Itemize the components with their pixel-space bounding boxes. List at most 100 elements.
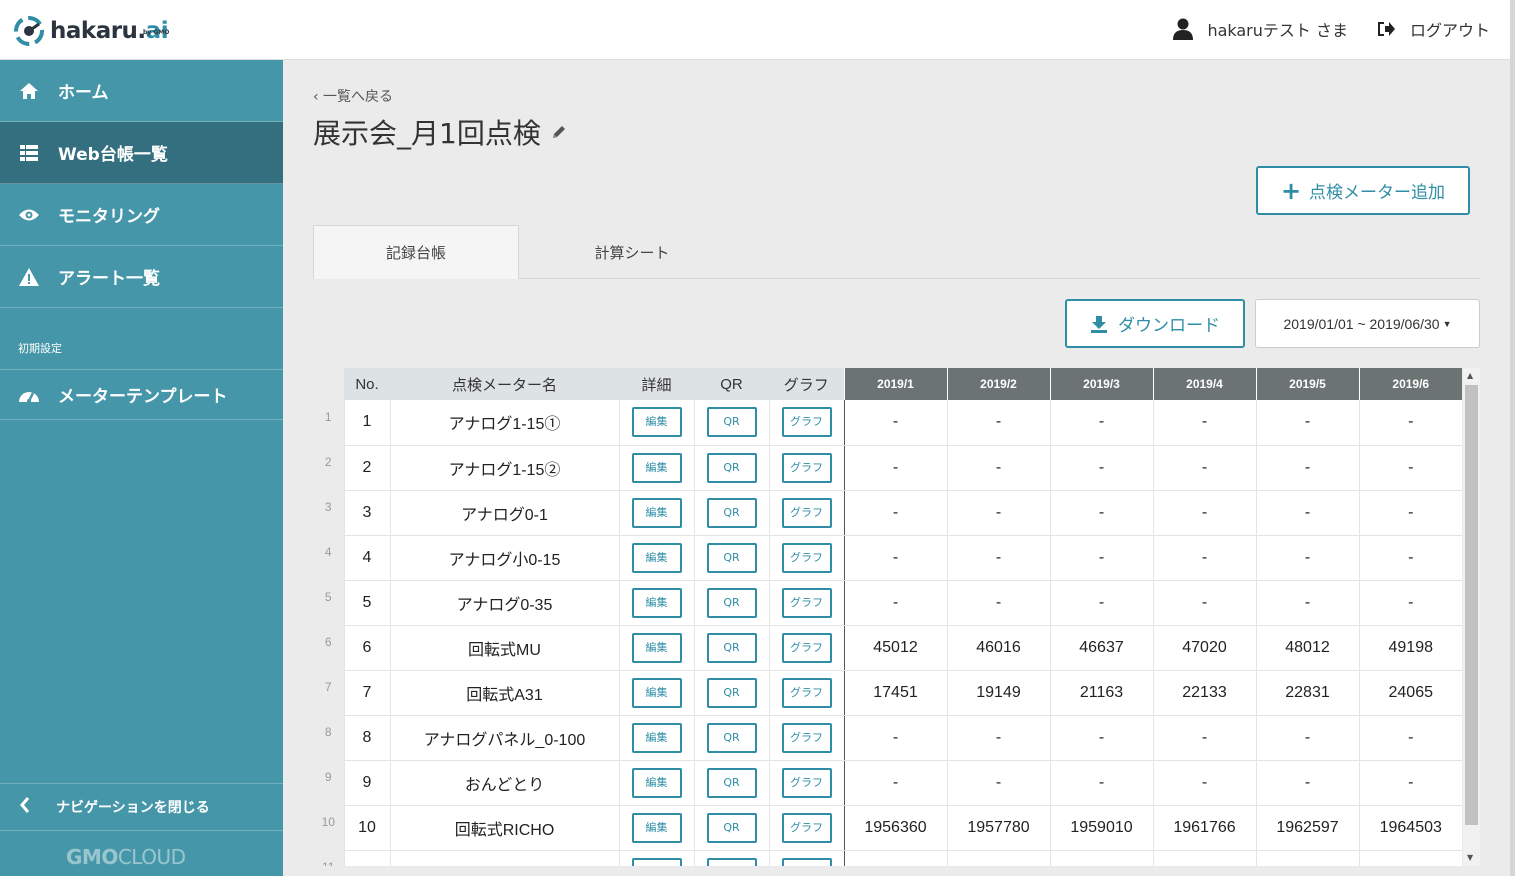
- graph-button[interactable]: グラフ: [781, 722, 832, 753]
- month-value[interactable]: 1204: [1255, 850, 1359, 866]
- month-value[interactable]: -: [1152, 490, 1256, 536]
- month-value[interactable]: 21163: [1049, 670, 1153, 716]
- month-value[interactable]: -: [1255, 400, 1359, 446]
- month-value[interactable]: -: [843, 535, 947, 581]
- close-navigation-button[interactable]: ナビゲーションを閉じる: [0, 783, 283, 831]
- edit-button[interactable]: 編集: [631, 407, 682, 438]
- month-value[interactable]: 1962597: [1255, 805, 1359, 851]
- graph-button[interactable]: グラフ: [781, 542, 832, 573]
- month-value[interactable]: 9022: [843, 850, 947, 866]
- month-value[interactable]: -: [1049, 715, 1153, 761]
- add-meter-button[interactable]: + 点検メーター追加: [1256, 166, 1470, 215]
- qr-button[interactable]: QR: [706, 542, 757, 573]
- month-value[interactable]: 1127: [1152, 850, 1256, 866]
- month-value[interactable]: -: [843, 580, 947, 626]
- sidebar-item-web-ledger[interactable]: Web台帳一覧: [0, 122, 283, 184]
- qr-button[interactable]: QR: [706, 767, 757, 798]
- month-value[interactable]: -: [1152, 760, 1256, 806]
- month-value[interactable]: -: [1152, 715, 1256, 761]
- qr-button[interactable]: QR: [706, 857, 757, 866]
- qr-button[interactable]: QR: [706, 677, 757, 708]
- month-value[interactable]: -: [946, 760, 1050, 806]
- date-range-select[interactable]: 2019/01/01 ~ 2019/06/30 ▼: [1255, 299, 1480, 348]
- month-value[interactable]: -: [1358, 400, 1462, 446]
- month-value[interactable]: -: [1358, 490, 1462, 536]
- month-value[interactable]: 46637: [1049, 625, 1153, 671]
- edit-button[interactable]: 編集: [631, 812, 682, 843]
- month-value[interactable]: 22133: [1152, 670, 1256, 716]
- graph-button[interactable]: グラフ: [781, 767, 832, 798]
- month-value[interactable]: -: [1049, 580, 1153, 626]
- graph-button[interactable]: グラフ: [781, 812, 832, 843]
- month-value[interactable]: -: [1255, 490, 1359, 536]
- edit-button[interactable]: 編集: [631, 767, 682, 798]
- graph-button[interactable]: グラフ: [781, 407, 832, 438]
- month-value[interactable]: -: [1358, 445, 1462, 491]
- month-value[interactable]: -: [1255, 535, 1359, 581]
- graph-button[interactable]: グラフ: [781, 677, 832, 708]
- edit-button[interactable]: 編集: [631, 857, 682, 866]
- qr-button[interactable]: QR: [706, 632, 757, 663]
- graph-button[interactable]: グラフ: [781, 632, 832, 663]
- month-value[interactable]: 1961766: [1152, 805, 1256, 851]
- qr-button[interactable]: QR: [706, 722, 757, 753]
- edit-button[interactable]: 編集: [631, 587, 682, 618]
- month-value[interactable]: -: [1152, 535, 1256, 581]
- month-value[interactable]: 24065: [1358, 670, 1462, 716]
- sidebar-item-meter-template[interactable]: メーターテンプレート: [0, 370, 283, 420]
- pencil-icon[interactable]: [551, 124, 567, 140]
- month-value[interactable]: 45012: [843, 625, 947, 671]
- edit-button[interactable]: 編集: [631, 542, 682, 573]
- edit-button[interactable]: 編集: [631, 632, 682, 663]
- qr-button[interactable]: QR: [706, 452, 757, 483]
- month-value[interactable]: -: [1255, 760, 1359, 806]
- month-value[interactable]: -: [946, 400, 1050, 446]
- month-value[interactable]: 1956360: [843, 805, 947, 851]
- month-value[interactable]: -: [946, 580, 1050, 626]
- grid-scrollbar[interactable]: ▲ ▼: [1463, 368, 1480, 866]
- sidebar-item-monitoring[interactable]: モニタリング: [0, 184, 283, 246]
- month-value[interactable]: 1959010: [1049, 805, 1153, 851]
- sidebar-item-home[interactable]: ホーム: [0, 60, 283, 122]
- month-value[interactable]: -: [1049, 445, 1153, 491]
- month-value[interactable]: -: [843, 715, 947, 761]
- month-value[interactable]: -: [1049, 490, 1153, 536]
- tab-record-ledger[interactable]: 記録台帳: [313, 225, 519, 279]
- scroll-down-arrow-icon[interactable]: ▼: [1467, 853, 1473, 862]
- month-value[interactable]: -: [1358, 535, 1462, 581]
- scroll-up-arrow-icon[interactable]: ▲: [1467, 371, 1473, 380]
- month-value[interactable]: -: [946, 490, 1050, 536]
- window-scrollbar[interactable]: [1510, 0, 1515, 876]
- month-value[interactable]: -: [1358, 580, 1462, 626]
- month-value[interactable]: -: [1152, 445, 1256, 491]
- month-value[interactable]: -: [946, 445, 1050, 491]
- month-value[interactable]: -: [1255, 580, 1359, 626]
- month-value[interactable]: -: [1255, 445, 1359, 491]
- month-value[interactable]: 1964503: [1358, 805, 1462, 851]
- qr-button[interactable]: QR: [706, 587, 757, 618]
- month-value[interactable]: 49198: [1358, 625, 1462, 671]
- month-value[interactable]: 1957780: [946, 805, 1050, 851]
- scrollbar-thumb[interactable]: [1465, 385, 1478, 825]
- month-value[interactable]: -: [1049, 760, 1153, 806]
- month-value[interactable]: 9029: [946, 850, 1050, 866]
- qr-button[interactable]: QR: [706, 812, 757, 843]
- month-value[interactable]: -: [1152, 580, 1256, 626]
- edit-button[interactable]: 編集: [631, 722, 682, 753]
- month-value[interactable]: -: [1049, 535, 1153, 581]
- edit-button[interactable]: 編集: [631, 452, 682, 483]
- month-value[interactable]: 47020: [1152, 625, 1256, 671]
- month-value[interactable]: 48012: [1255, 625, 1359, 671]
- month-value[interactable]: -: [946, 535, 1050, 581]
- edit-button[interactable]: 編集: [631, 497, 682, 528]
- graph-button[interactable]: グラフ: [781, 857, 832, 866]
- month-value[interactable]: -: [1255, 715, 1359, 761]
- edit-button[interactable]: 編集: [631, 677, 682, 708]
- graph-button[interactable]: グラフ: [781, 497, 832, 528]
- month-value[interactable]: -: [843, 445, 947, 491]
- month-value[interactable]: 19149: [946, 670, 1050, 716]
- month-value[interactable]: -: [1049, 400, 1153, 446]
- month-value[interactable]: 46016: [946, 625, 1050, 671]
- user-menu[interactable]: hakaruテスト さま: [1173, 17, 1348, 41]
- month-value[interactable]: 17451: [843, 670, 947, 716]
